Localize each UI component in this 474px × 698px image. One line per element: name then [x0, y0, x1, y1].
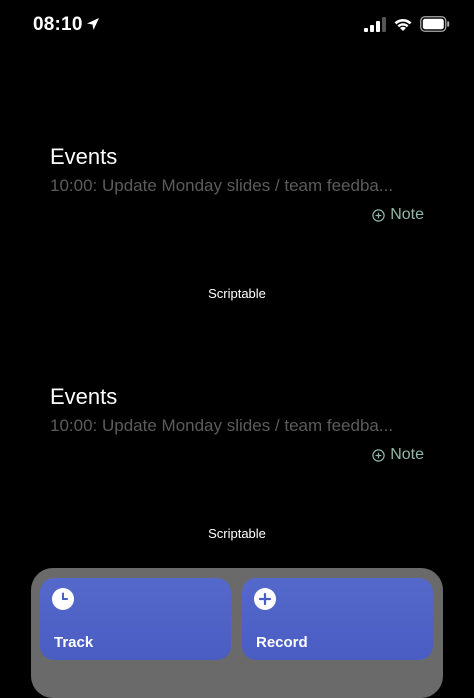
clock-icon [52, 588, 74, 610]
plus-icon [254, 588, 276, 610]
note-label: Note [390, 206, 424, 223]
widget-title: Events [50, 144, 118, 169]
record-label: Record [256, 634, 308, 651]
event-item[interactable]: 10:00: Update Monday slides / team feedb… [50, 416, 420, 436]
widget-app-label: Scriptable [208, 286, 266, 301]
plus-circle-icon [372, 448, 385, 462]
battery-icon [420, 16, 450, 32]
track-shortcut-button[interactable]: Track [40, 578, 231, 660]
events-widget[interactable]: Events 10:00: Update Monday slides / tea… [0, 120, 474, 360]
note-button[interactable]: Note [372, 206, 424, 224]
record-shortcut-button[interactable]: Record [242, 578, 433, 660]
shortcuts-widget: Track Record [31, 568, 443, 698]
note-label: Note [390, 446, 424, 463]
status-time: 08:10 [33, 14, 83, 35]
location-arrow-icon [87, 18, 99, 30]
wifi-icon [394, 18, 412, 31]
cellular-signal-icon [364, 17, 386, 32]
widget-title: Events [50, 384, 118, 409]
events-widget[interactable]: Events 10:00: Update Monday slides / tea… [0, 360, 474, 600]
track-label: Track [54, 634, 94, 651]
note-button[interactable]: Note [372, 446, 424, 464]
plus-circle-icon [372, 208, 385, 222]
widget-app-label: Scriptable [208, 526, 266, 541]
status-bar: 08:10 [0, 0, 474, 52]
event-item[interactable]: 10:00: Update Monday slides / team feedb… [50, 176, 420, 196]
